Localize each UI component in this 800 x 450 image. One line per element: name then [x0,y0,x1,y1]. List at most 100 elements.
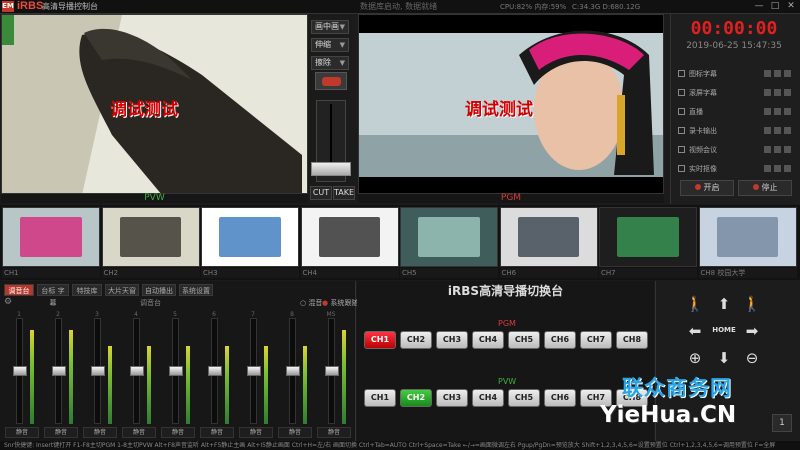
feature-square-icon[interactable] [784,127,791,134]
pvw-channel-button[interactable]: CH5 [508,389,540,407]
feature-row[interactable]: 录卡输出 [678,125,794,137]
minimize-button[interactable]: — [752,1,766,12]
t-bar-handle[interactable] [311,162,351,176]
mute-button[interactable]: 静音 [122,427,156,438]
feature-row[interactable]: 实时抠像 [678,163,794,175]
feature-square-icon[interactable] [784,89,791,96]
mute-button[interactable]: 静音 [200,427,234,438]
fader-knob[interactable] [13,366,27,376]
fader-knob[interactable] [286,366,300,376]
arrow-down-icon[interactable]: ⬇ [713,347,735,369]
mute-button[interactable]: 静音 [83,427,117,438]
zoom-out-icon[interactable]: ⊖ [741,347,763,369]
channel-thumbnail[interactable] [2,207,100,267]
pgm-channel-button[interactable]: CH5 [508,331,540,349]
record-button[interactable] [315,72,347,90]
pgm-video[interactable]: 调试测试 [358,14,664,194]
pgm-channel-button[interactable]: CH4 [472,331,504,349]
mute-button[interactable]: 静音 [239,427,273,438]
fader-knob[interactable] [130,366,144,376]
take-button[interactable]: TAKE [333,186,355,200]
channel-thumbnail[interactable] [400,207,498,267]
page-button[interactable]: 1 [772,414,792,432]
pvw-channel-button[interactable]: CH2 [400,389,432,407]
feature-square-icon[interactable] [784,165,791,172]
pgm-channel-button[interactable]: CH8 [616,331,648,349]
arrow-right-icon[interactable]: ➡ [741,320,763,342]
feature-square-icon[interactable] [764,108,771,115]
audio-tab[interactable]: 大片天窗 [105,284,139,296]
close-button[interactable]: ✕ [784,1,798,12]
feature-checkbox[interactable] [678,165,685,172]
fader-knob[interactable] [52,366,66,376]
pvw-video[interactable]: 调试测试 [1,14,308,194]
settings-gear-icon[interactable]: ⚙ [4,297,12,307]
feature-checkbox[interactable] [678,127,685,134]
audio-tab[interactable]: 自动播出 [142,284,176,296]
feature-square-icon[interactable] [784,108,791,115]
feature-square-icon[interactable] [784,146,791,153]
pvw-channel-button[interactable]: CH4 [472,389,504,407]
pvw-channel-button[interactable]: CH3 [436,389,468,407]
effect-select-wipe[interactable]: 擦除 ▼ [311,56,349,70]
pgm-channel-button[interactable]: CH1 [364,331,396,349]
pgm-channel-button[interactable]: CH3 [436,331,468,349]
home-button[interactable]: HOME [708,323,740,337]
feature-row[interactable]: 直播 [678,106,794,118]
pvw-channel-button[interactable]: CH1 [364,389,396,407]
cut-button[interactable]: CUT [310,186,332,200]
mute-button[interactable]: 静音 [44,427,78,438]
audio-tab[interactable]: 特技库 [72,284,102,296]
stop-button[interactable]: 停止 [738,180,792,196]
feature-square-icon[interactable] [764,89,771,96]
channel-thumbnail[interactable] [499,207,598,267]
effect-select-pip[interactable]: 画中画 ▼ [311,20,349,34]
radio-follow[interactable]: ● 系统跟随 [322,298,358,308]
channel-thumbnail[interactable] [201,207,299,267]
feature-checkbox[interactable] [678,70,685,77]
fader-knob[interactable] [91,366,105,376]
feature-row[interactable]: 视频会议 [678,144,794,156]
feature-row[interactable]: 图标字幕 [678,68,794,80]
fader-knob[interactable] [325,366,339,376]
feature-square-icon[interactable] [764,146,771,153]
pvw-channel-button[interactable]: CH6 [544,389,576,407]
feature-square-icon[interactable] [784,70,791,77]
fader-knob[interactable] [169,366,183,376]
zoom-in-icon[interactable]: ⊕ [684,347,706,369]
feature-square-icon[interactable] [774,146,781,153]
feature-square-icon[interactable] [764,165,771,172]
radio-mix[interactable]: ○ 混音 [300,298,322,308]
walk-right-icon[interactable]: 🚶 [741,293,763,315]
feature-square-icon[interactable] [764,127,771,134]
mute-button[interactable]: 静音 [317,427,351,438]
feature-checkbox[interactable] [678,146,685,153]
channel-thumbnail[interactable] [698,207,797,267]
walk-left-icon[interactable]: 🚶 [684,293,706,315]
feature-checkbox[interactable] [678,89,685,96]
audio-tab[interactable]: 台标 字幕 [37,284,69,307]
effect-select-scale[interactable]: 伸缩 ▼ [311,38,349,52]
feature-square-icon[interactable] [774,70,781,77]
pgm-channel-button[interactable]: CH7 [580,331,612,349]
pgm-channel-button[interactable]: CH6 [544,331,576,349]
start-button[interactable]: 开启 [680,180,734,196]
audio-tab[interactable]: 调音台 [4,284,34,296]
channel-thumbnail[interactable] [599,207,697,267]
feature-square-icon[interactable] [774,127,781,134]
audio-tab[interactable]: 系统设置 [179,284,213,296]
mute-button[interactable]: 静音 [278,427,312,438]
channel-thumbnail[interactable] [101,207,200,267]
channel-thumbnail[interactable] [300,207,399,267]
fader-knob[interactable] [247,366,261,376]
arrow-up-icon[interactable]: ⬆ [713,293,735,315]
feature-square-icon[interactable] [764,70,771,77]
feature-square-icon[interactable] [774,165,781,172]
mute-button[interactable]: 静音 [5,427,39,438]
feature-row[interactable]: 滚屏字幕 [678,87,794,99]
maximize-button[interactable]: □ [768,1,782,12]
arrow-left-icon[interactable]: ⬅ [684,320,706,342]
feature-checkbox[interactable] [678,108,685,115]
fader-knob[interactable] [208,366,222,376]
feature-square-icon[interactable] [774,108,781,115]
